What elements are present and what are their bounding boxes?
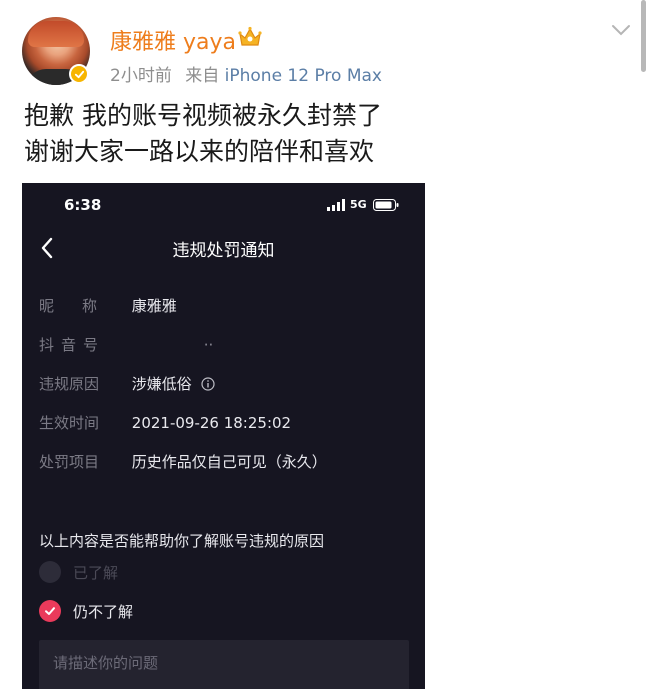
radio-understood[interactable] <box>39 561 61 583</box>
signal-icon <box>327 199 345 211</box>
post-text-line: 谢谢大家一路以来的陪伴和喜欢 <box>24 137 375 166</box>
nav-title: 违规处罚通知 <box>172 241 275 261</box>
feedback-question: 以上内容是否能帮助你了解账号违规的原因 <box>39 532 325 550</box>
status-time: 6:38 <box>64 196 102 214</box>
field-effective-time: 生效时间 2021-09-26 18:25:02 <box>39 412 291 433</box>
post-image[interactable]: 6:38 5G 违规处罚通知 昵称 康雅雅 抖音号 ·· 违规原因 涉嫌低俗 生… <box>22 183 425 689</box>
field-value: 涉嫌低俗 <box>131 375 192 393</box>
option-understood-label[interactable]: 已了解 <box>73 562 118 583</box>
field-label: 昵称 <box>39 297 126 315</box>
field-label: 处罚项目 <box>39 453 100 471</box>
option-not-understood-label[interactable]: 仍不了解 <box>73 601 133 622</box>
field-label: 生效时间 <box>39 414 100 432</box>
info-icon[interactable] <box>200 377 215 391</box>
post-text-line: 抱歉 我的账号视频被永久封禁了 <box>24 101 382 130</box>
post-time: 2小时前 <box>110 66 172 86</box>
field-reason: 违规原因 涉嫌低俗 <box>39 373 215 394</box>
field-label: 抖音号 <box>39 336 106 354</box>
field-value: 2021-09-26 18:25:02 <box>131 414 292 432</box>
input-placeholder: 请描述你的问题 <box>53 654 159 672</box>
chevron-down-icon[interactable] <box>610 22 632 38</box>
crown-icon <box>238 26 262 46</box>
field-value: 康雅雅 <box>131 297 177 315</box>
radio-not-understood[interactable] <box>39 600 61 622</box>
scrollbar[interactable] <box>641 0 646 72</box>
battery-icon <box>373 199 399 211</box>
verified-badge-icon <box>69 64 89 84</box>
field-label: 违规原因 <box>39 375 100 393</box>
post-meta: 2小时前 来自 iPhone 12 Pro Max <box>110 61 382 86</box>
avatar-hair <box>28 21 84 47</box>
source-prefix: 来自 <box>185 66 220 86</box>
user-name[interactable]: 康雅雅 yaya <box>110 24 236 56</box>
field-douyin-id: 抖音号 ·· <box>39 334 213 355</box>
field-value: ·· <box>203 336 214 354</box>
check-icon <box>45 607 55 615</box>
field-nickname: 昵称 康雅雅 <box>39 295 177 316</box>
post-text: 抱歉 我的账号视频被永久封禁了 谢谢大家一路以来的陪伴和喜欢 <box>24 98 382 170</box>
field-penalty: 处罚项目 历史作品仅自己可见（永久） <box>39 451 327 472</box>
network-label: 5G <box>350 198 367 211</box>
source-device[interactable]: iPhone 12 Pro Max <box>225 66 382 86</box>
field-value: 历史作品仅自己可见（永久） <box>131 453 327 471</box>
